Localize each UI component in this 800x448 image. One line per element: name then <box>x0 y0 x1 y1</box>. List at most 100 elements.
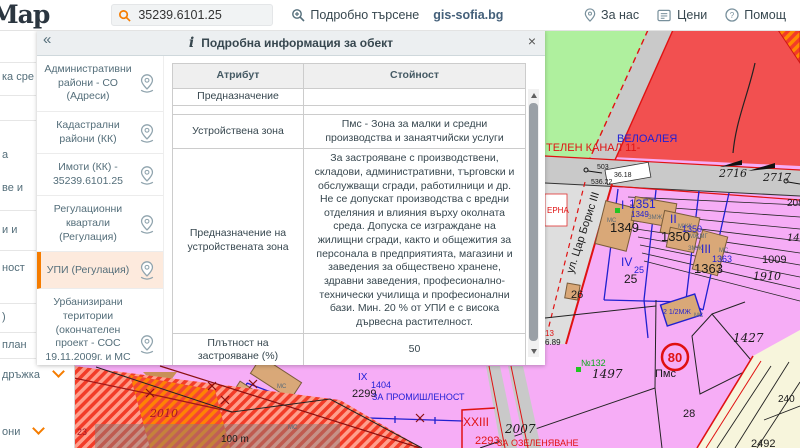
map-label: ЕРНА <box>547 206 569 215</box>
sidebar-item-fragment[interactable]: ) <box>2 311 6 323</box>
value-cell: За застрояване с производствени, складов… <box>304 149 526 333</box>
map-label: 2007 <box>504 422 536 436</box>
about-button[interactable]: За нас <box>584 8 639 22</box>
info-icon: i <box>189 35 194 51</box>
sidebar-divider <box>0 332 36 333</box>
table-row: Устройствена зонаПмс - Зона за малки и с… <box>173 115 526 149</box>
info-panel-header: « iПодробна информация за обект × <box>37 30 545 56</box>
sidebar-item-fragment[interactable]: план <box>2 339 27 351</box>
map-label: 100 m <box>221 434 249 445</box>
map-label: 1350 <box>661 229 690 244</box>
location-pin-icon <box>137 164 157 186</box>
map-label: 13 <box>545 329 554 338</box>
attribute-cell: Плътност на застрояване (%) <box>173 333 304 365</box>
advanced-search-icon <box>291 8 305 22</box>
attribute-table-area: Атрибут Стойност ПредназначениеУстройств… <box>164 56 545 365</box>
location-pin-icon <box>137 72 157 94</box>
collapse-panel-button[interactable]: « <box>43 31 51 48</box>
sidebar-item-fragment[interactable]: а <box>2 149 8 161</box>
scroll-down-button[interactable] <box>528 345 539 357</box>
sidebar-item-fragment[interactable]: ност <box>2 262 25 274</box>
value-cell: 50 <box>304 333 526 365</box>
layer-item-label: Урбанизирани територии (окончателен прое… <box>42 296 134 365</box>
help-button[interactable]: ? Помощ <box>725 8 786 22</box>
search-input[interactable] <box>136 7 255 23</box>
layer-item-2[interactable]: Имоти (КК) - 35239.6101.25 <box>37 154 163 196</box>
map-label: I <box>621 198 624 212</box>
sidebar-divider <box>0 210 36 211</box>
sidebar-item-fragment[interactable]: они <box>2 424 43 438</box>
attribute-table: Атрибут Стойност ПредназначениеУстройств… <box>172 63 526 365</box>
map-label: 26 <box>571 289 583 301</box>
close-panel-button[interactable]: × <box>528 33 536 49</box>
sidebar-divider <box>0 358 36 359</box>
layer-item-5[interactable]: Урбанизирани територии (окончателен прое… <box>37 289 163 365</box>
price-list-icon <box>657 9 672 22</box>
layer-item-4[interactable]: УПИ (Регулация) <box>37 252 163 289</box>
map-label: 1497 <box>592 367 623 381</box>
info-panel-title: iПодробна информация за обект <box>189 35 393 51</box>
map-label: 80 <box>668 350 682 365</box>
sidebar-divider <box>0 95 36 96</box>
pin-icon <box>584 8 596 22</box>
layer-item-0[interactable]: Административни райони - СО (Адреси) <box>37 56 163 112</box>
value-cell: Пмс - Зона за малки и средни производств… <box>304 115 526 149</box>
map-label: Пмс <box>655 368 676 380</box>
scale-bar <box>95 424 340 448</box>
chevron-down-icon <box>32 422 45 435</box>
location-pin-icon <box>137 259 157 281</box>
map-label: МЖМГ <box>689 234 709 240</box>
map-label: IX <box>358 372 368 383</box>
value-cell <box>304 89 526 106</box>
map-label: IV <box>621 255 632 269</box>
advanced-search-button[interactable]: Подробно търсене <box>291 8 419 22</box>
map-label: 25 <box>624 272 638 286</box>
sidebar-item-fragment[interactable]: ка сре <box>2 71 34 83</box>
app-logo: Map <box>0 1 49 29</box>
sidebar-item-fragment[interactable]: и и <box>2 224 17 236</box>
attribute-cell <box>173 106 304 115</box>
map-label: 503 <box>597 164 609 171</box>
map-label: 1349 <box>610 220 639 235</box>
map-label: ТЕЛЕН КАНАЛ 11- <box>546 142 641 154</box>
chevron-down-icon <box>52 365 65 378</box>
map-label: 2717 <box>762 171 791 184</box>
map-label: 2 1/2МЖ <box>663 309 691 316</box>
map-label: XXIII <box>463 415 489 429</box>
scrollbar-thumb[interactable] <box>529 103 538 341</box>
layer-item-3[interactable]: Регулационни квартали (Регулация) <box>37 196 163 252</box>
map-label: 1427 <box>733 331 764 345</box>
map-label: 6.89 <box>545 338 561 347</box>
info-panel: « iПодробна информация за обект × Админи… <box>37 30 545 365</box>
scroll-up-button[interactable] <box>528 89 539 101</box>
table-row: Предназначение на устройствената зонаЗа … <box>173 149 526 333</box>
layer-item-1[interactable]: Кадастрални райони (КК) <box>37 112 163 154</box>
layer-list: Административни райони - СО (Адреси) Када… <box>37 56 164 365</box>
column-header-attribute: Атрибут <box>173 64 304 89</box>
attribute-cell: Предназначение <box>173 89 304 106</box>
sidebar-item-fragment[interactable]: ве и <box>2 182 23 194</box>
location-pin-icon <box>137 122 157 144</box>
map-label: 28 <box>683 408 695 420</box>
site-link[interactable]: gis-sofia.bg <box>433 8 503 22</box>
map-label: 36.18 <box>614 172 632 179</box>
attribute-cell: Предназначение на устройствената зона <box>173 149 304 333</box>
svg-text:?: ? <box>730 11 735 20</box>
prices-button[interactable]: Цени <box>657 8 707 22</box>
map-label: ЗА ОЗЕЛЕНЯВАНЕ <box>497 438 579 448</box>
map-label: 2010 <box>149 407 178 420</box>
sidebar-item-fragment[interactable]: дръжка <box>2 367 63 381</box>
table-row: Предназначение <box>173 89 526 106</box>
search-icon <box>118 9 131 22</box>
table-row <box>173 106 526 115</box>
attribute-cell: Устройствена зона <box>173 115 304 149</box>
layer-item-label: Имоти (КК) - 35239.6101.25 <box>42 161 134 188</box>
table-scrollbar[interactable] <box>528 89 539 357</box>
map-label: 2492 <box>751 438 775 448</box>
map-label: МС <box>694 313 704 319</box>
search-box[interactable] <box>111 4 273 26</box>
map-label: 2293 <box>475 435 499 447</box>
sidebar-divider <box>0 120 36 121</box>
layer-item-label: Административни райони - СО (Адреси) <box>42 63 134 104</box>
map-label: 1009 <box>762 254 786 266</box>
